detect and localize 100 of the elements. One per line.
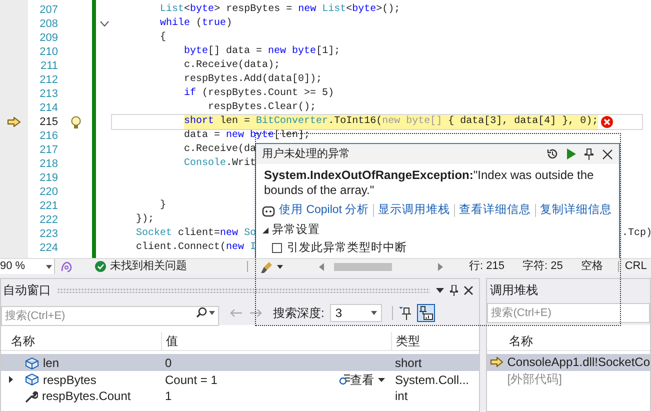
line-number: 207 [40, 3, 59, 17]
cube-icon [25, 373, 39, 386]
cursor-column: 字符: 25 [522, 258, 563, 275]
check-circle-icon [95, 261, 106, 272]
code-line: byte[] data = new byte[1]; [184, 45, 340, 59]
dropdown-arrow-icon [277, 264, 283, 268]
line-number: 212 [40, 73, 59, 87]
frame-text: [外部代码] [507, 370, 562, 388]
search-field[interactable]: 搜索(Ctrl+E) [487, 303, 650, 323]
cube-icon [25, 356, 39, 370]
cursor-line: 行: 215 [469, 259, 504, 274]
pin-icon [584, 148, 594, 160]
line-number: 220 [40, 185, 59, 199]
variable-name: respBytes.Count [42, 388, 131, 405]
code-line: while (true) [160, 17, 232, 31]
line-number: 208 [40, 17, 59, 31]
scroll-right-icon [438, 262, 443, 270]
scroll-left-icon [319, 262, 324, 270]
code-line: c.Receive(da [184, 143, 256, 157]
magnifier-icon [339, 374, 350, 385]
column-header[interactable]: 名称 [1, 332, 161, 350]
variable-type: short [394, 355, 423, 372]
depth-dropdown[interactable]: 3 [330, 304, 382, 322]
exception-message: System.IndexOutOfRangeException:"Index was outside the bounds of the array." [263, 167, 595, 199]
line-number: 215 [40, 115, 59, 129]
variable-name: respBytes [43, 372, 96, 388]
continue-icon [566, 148, 576, 160]
frame-text: ConsoleApp1.dll!SocketCo [507, 354, 650, 372]
variable-value: 1 [165, 388, 173, 405]
brush-icon [260, 260, 274, 272]
popup-title: 用户未处理的异常 [262, 146, 351, 162]
code-line: } [160, 199, 166, 213]
variable-type: int [394, 388, 409, 405]
variable-row[interactable]: len 0 short [1, 354, 480, 370]
checkbox[interactable] [272, 242, 282, 252]
line-number: 214 [40, 101, 59, 115]
code-line: Console.Writ [184, 157, 256, 171]
line-number: 218 [40, 157, 59, 171]
link[interactable]: 显示调用堆栈 [378, 202, 450, 220]
code-line: client.Connect(new I [136, 241, 256, 255]
current-statement-arrow-icon [7, 117, 21, 127]
link[interactable]: 查看详细信息 [459, 202, 532, 220]
pin-icon [450, 284, 458, 296]
column-header[interactable]: 值 [161, 332, 391, 350]
zoom-dropdown[interactable]: 90 % [0, 259, 55, 274]
close-icon [464, 286, 474, 294]
search-field[interactable]: 搜索(Ctrl+E) [1, 306, 219, 326]
visualizer-link[interactable]: 查看 [350, 370, 374, 388]
checkbox-label: 引发此异常类型时中断 [287, 240, 407, 254]
dropdown-arrow-icon [371, 311, 378, 315]
code-line: }); [136, 213, 154, 227]
dropdown-arrow-icon [46, 264, 52, 268]
current-frame-arrow-icon [490, 357, 504, 368]
lightbulb-icon [70, 116, 82, 128]
code-line: List<byte> respBytes = new List<byte>(); [160, 3, 400, 17]
code-line: if (respBytes.Count >= 5) [184, 87, 334, 101]
variable-row[interactable]: respBytes Count = 1 查看 System.Coll... [1, 370, 480, 387]
line-number: 213 [40, 87, 59, 101]
wrench-icon [25, 390, 38, 402]
line-number: 222 [40, 213, 59, 227]
code-line: respBytes.Clear(); [208, 101, 316, 115]
dropdown-arrow-icon [209, 310, 215, 314]
panel-title: 自动窗口 [3, 282, 51, 299]
column-header[interactable]: 名称 [509, 332, 534, 350]
panel-title: 调用堆栈 [490, 282, 538, 299]
close-icon [602, 148, 613, 160]
line-number: 217 [40, 143, 59, 157]
variable-value: 0 [165, 355, 173, 372]
status-text: 未找到相关问题 [110, 258, 187, 274]
variable-type: System.Coll... [394, 372, 466, 388]
search-icon [196, 307, 207, 318]
dropdown-arrow-icon [378, 378, 385, 382]
line-ending: CRL [624, 259, 647, 274]
variable-row[interactable]: respBytes.Count 1 int [1, 387, 480, 404]
dropdown-arrow-icon [436, 288, 444, 292]
indent-mode: 空格 [580, 258, 603, 274]
link[interactable]: 复制详细信息 [540, 202, 612, 220]
toggle-button[interactable] [417, 304, 436, 322]
column-header[interactable]: 类型 [391, 332, 466, 350]
line-number: 223 [40, 227, 59, 241]
line-number: 210 [40, 45, 59, 59]
code-fragment: .Tcp) [622, 227, 651, 241]
section-label: 异常设置 [272, 222, 320, 238]
variable-name: len [43, 355, 60, 372]
line-number: 224 [40, 241, 59, 255]
forward-arrow-icon [249, 308, 263, 318]
pin-filter-icon [399, 306, 412, 320]
stack-frame[interactable]: ConsoleApp1.dll!SocketCo [487, 354, 650, 370]
line-number: 209 [40, 31, 59, 45]
pin-text-icon [419, 306, 434, 320]
back-arrow-icon [229, 308, 243, 318]
code-line: { [160, 31, 166, 45]
code-line: respBytes.Add(data[0]); [184, 73, 322, 87]
variable-value: Count = 1 [165, 372, 218, 388]
code-line: c.Receive(data); [184, 59, 280, 73]
link[interactable]: 使用 Copilot 分析 [279, 202, 370, 220]
history-icon [546, 148, 558, 160]
depth-label: 搜索深度: [273, 305, 324, 322]
line-number: 219 [40, 171, 59, 185]
expand-triangle-icon [9, 376, 13, 383]
